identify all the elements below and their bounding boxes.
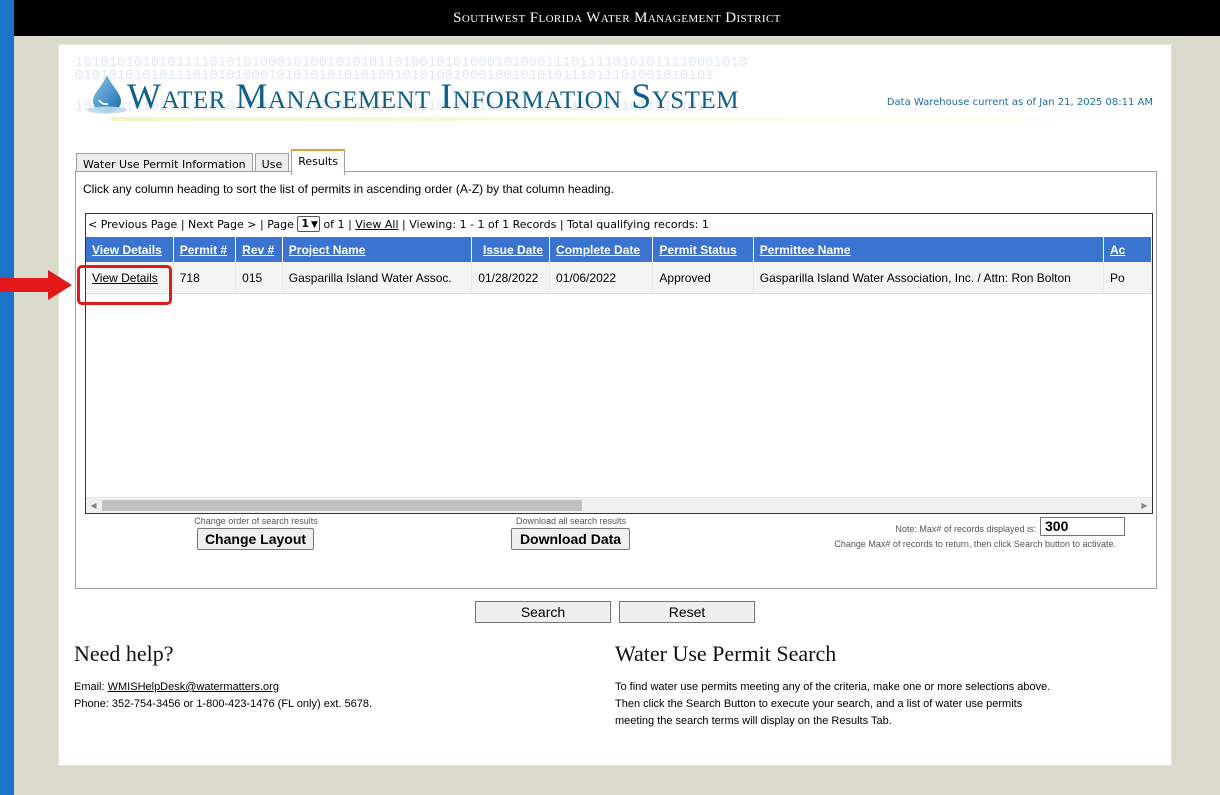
page-select[interactable]: 1 ▼ bbox=[297, 216, 320, 232]
results-panel: Click any column heading to sort the lis… bbox=[75, 171, 1157, 589]
data-warehouse-status: Data Warehouse current as of Jan 21, 202… bbox=[886, 97, 1153, 108]
scroll-right-icon[interactable]: ▶ bbox=[1137, 498, 1152, 513]
total-records: Total qualifying records: 1 bbox=[567, 218, 709, 231]
header-divider bbox=[111, 117, 1161, 121]
column-project-name[interactable]: Project Name bbox=[282, 237, 473, 262]
download-caption: Download all search results bbox=[515, 516, 627, 526]
column-permit-status[interactable]: Permit Status bbox=[652, 237, 754, 262]
help-email-line: Email: WMISHelpDesk@watermatters.org bbox=[74, 679, 372, 696]
cell-permit: 718 bbox=[173, 262, 237, 294]
horizontal-scrollbar[interactable]: ◀ ▶ bbox=[86, 497, 1152, 513]
cell-permittee-name: Gasparilla Island Water Association, Inc… bbox=[753, 262, 1105, 294]
cell-complete-date: 01/06/2022 bbox=[549, 262, 654, 294]
change-layout-button[interactable]: Change Layout bbox=[197, 528, 314, 550]
email-label: Email: bbox=[74, 681, 105, 693]
district-banner: Southwest Florida Water Management Distr… bbox=[14, 0, 1220, 36]
tab-bar: Water Use Permit Information Use Results bbox=[76, 149, 347, 175]
about-line: meeting the search terms will display on… bbox=[615, 715, 892, 727]
cell-project-name: Gasparilla Island Water Assoc. bbox=[282, 262, 473, 294]
download-data-button[interactable]: Download Data bbox=[511, 528, 630, 550]
page-select-value: 1 bbox=[301, 217, 310, 230]
cell-permit-status: Approved bbox=[652, 262, 754, 294]
district-title: Southwest Florida Water Management Distr… bbox=[453, 10, 781, 26]
pager-separator: | bbox=[180, 218, 185, 231]
pager-separator: | bbox=[402, 218, 406, 231]
help-email-link[interactable]: WMISHelpDesk@watermatters.org bbox=[108, 681, 279, 693]
pager-separator: | bbox=[260, 218, 264, 231]
app-header: 1010101010101111010101000101001010101101… bbox=[71, 55, 1161, 125]
viewing-records: Viewing: 1 - 1 of 1 Records bbox=[409, 218, 557, 231]
help-contact: Email: WMISHelpDesk@watermatters.org Pho… bbox=[74, 679, 372, 713]
view-all-link[interactable]: View All bbox=[355, 218, 398, 231]
permits-table: View Details Permit # Rev # Project Name… bbox=[86, 237, 1152, 294]
column-issue-date[interactable]: Issue Date bbox=[471, 237, 551, 262]
search-button[interactable]: Search bbox=[475, 601, 611, 623]
main-panel: 1010101010101111010101000101001010101101… bbox=[58, 44, 1172, 766]
help-heading: Need help? bbox=[74, 641, 174, 666]
column-address[interactable]: Ac bbox=[1103, 237, 1152, 262]
scroll-left-icon[interactable]: ◀ bbox=[86, 498, 101, 513]
pager-separator: | bbox=[559, 218, 564, 231]
column-rev[interactable]: Rev # bbox=[235, 237, 283, 262]
column-permittee-name[interactable]: Permittee Name bbox=[753, 237, 1105, 262]
pager-separator: | bbox=[348, 218, 352, 231]
scrollbar-thumb[interactable] bbox=[102, 500, 582, 511]
max-records-note: Note: Max# of records displayed is: bbox=[895, 524, 1036, 534]
max-records-hint: Change Max# of records to return, then c… bbox=[834, 539, 1116, 549]
reset-button[interactable]: Reset bbox=[619, 601, 755, 623]
about-line: To find water use permits meeting any of… bbox=[615, 681, 1051, 693]
column-view-details[interactable]: View Details bbox=[86, 237, 174, 262]
sort-instruction: Click any column heading to sort the lis… bbox=[83, 182, 614, 196]
water-drop-icon bbox=[87, 75, 127, 114]
about-text: To find water use permits meeting any of… bbox=[615, 679, 1160, 730]
app-title: Water Management Information System bbox=[127, 76, 739, 116]
about-line: Then click the Search Button to execute … bbox=[615, 698, 1023, 710]
previous-page-link[interactable]: < Previous Page bbox=[88, 218, 177, 231]
about-heading: Water Use Permit Search bbox=[615, 641, 837, 666]
help-phone: Phone: 352-754-3456 or 1-800-423-1476 (F… bbox=[74, 698, 373, 710]
highlight-box bbox=[77, 265, 172, 305]
chevron-down-icon: ▼ bbox=[311, 220, 318, 230]
next-page-link[interactable]: Next Page > bbox=[188, 218, 256, 231]
change-layout-caption: Change order of search results bbox=[194, 516, 318, 526]
page-label: Page bbox=[267, 218, 294, 231]
column-complete-date[interactable]: Complete Date bbox=[549, 237, 654, 262]
page-count: of 1 bbox=[323, 218, 345, 231]
table-header-row: View Details Permit # Rev # Project Name… bbox=[86, 237, 1152, 262]
table-row: View Details 718 015 Gasparilla Island W… bbox=[86, 262, 1152, 294]
max-records-input[interactable]: 300 bbox=[1040, 517, 1125, 536]
column-permit[interactable]: Permit # bbox=[173, 237, 237, 262]
pager: < Previous Page | Next Page > | Page 1 ▼ … bbox=[88, 216, 709, 234]
cell-rev: 015 bbox=[235, 262, 283, 294]
cell-address: Po bbox=[1103, 262, 1152, 294]
arrow-right-icon bbox=[0, 270, 72, 300]
tab-results[interactable]: Results bbox=[291, 149, 345, 175]
results-grid: < Previous Page | Next Page > | Page 1 ▼ … bbox=[85, 213, 1153, 514]
cell-issue-date: 01/28/2022 bbox=[471, 262, 551, 294]
